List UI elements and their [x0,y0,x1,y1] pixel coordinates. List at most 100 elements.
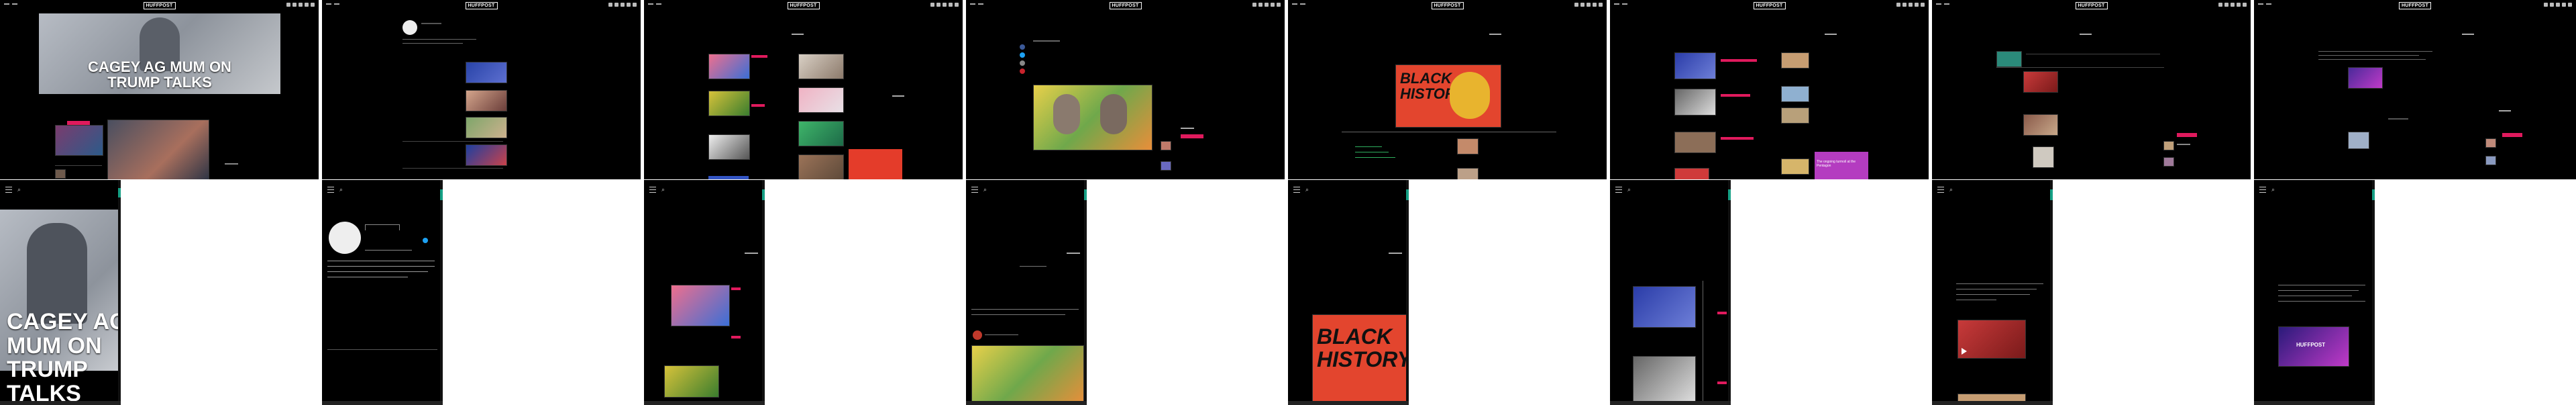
huffpost-logo[interactable]: HUFFPOST [1431,2,1464,9]
purple-thumb[interactable] [2348,67,2383,89]
search-icon[interactable]: ⌕ [1305,186,1309,193]
mobile-hero-headline[interactable]: CAGEY AG MUM ON TRUMP TALKS [7,310,121,405]
side-thumb-1[interactable] [2163,141,2174,150]
scrollbar[interactable] [1084,180,1087,405]
search-icon[interactable]: ⌕ [983,186,987,193]
muppet-image[interactable] [971,345,1084,404]
muppet-image[interactable] [1033,85,1152,150]
scrollbar[interactable] [2050,180,2053,405]
story-thumb-2[interactable] [107,120,209,179]
scrollbar[interactable] [762,180,765,405]
nav-icons[interactable] [608,3,637,7]
huffpost-logo[interactable]: HUFFPOST [787,2,820,9]
grid-thumb-6[interactable] [798,121,844,146]
black-history-art[interactable]: BLACK HISTORY [1395,64,1501,128]
pinterest-icon[interactable] [1020,69,1025,74]
grid-thumb-5[interactable] [708,134,750,160]
nav-icons[interactable] [2544,3,2572,7]
scroll-thumb[interactable] [1084,189,1087,200]
side-thumb-1[interactable] [2485,138,2496,148]
search-icon[interactable]: ⌕ [661,186,665,193]
email-icon[interactable] [1020,60,1025,66]
list-thumb-4[interactable] [1781,86,1809,102]
huffpost-logo[interactable]: HUFFPOST [2398,2,2432,9]
scroll-thumb[interactable] [1406,189,1409,200]
scroll-thumb[interactable] [1728,189,1731,200]
scroll-thumb[interactable] [2372,189,2375,200]
article-thumb-1[interactable] [466,62,507,83]
article-thumb-2[interactable] [466,90,507,111]
side-thumb-1[interactable] [1161,141,1171,150]
scrollbar[interactable] [1728,180,1731,405]
menu-icon[interactable] [971,187,978,193]
scroll-thumb[interactable] [2050,189,2053,200]
menu-icon[interactable] [1615,187,1622,193]
video-thumb[interactable] [1957,320,2026,359]
search-icon[interactable]: ⌕ [17,186,21,193]
list-thumb-7[interactable] [1781,159,1809,175]
nav-icons[interactable] [1574,3,1603,7]
mobile-thumb-1[interactable] [1633,286,1696,328]
search-icon[interactable]: ⌕ [339,186,343,193]
huffpost-promo-thumb[interactable]: HUFFPOST [2278,326,2349,367]
twitter-icon[interactable] [423,238,428,243]
promo-block[interactable] [849,149,902,179]
menu-icon[interactable] [2259,187,2266,193]
grid-thumb-1[interactable] [708,54,750,79]
article-thumb-4[interactable] [466,144,507,166]
grid-thumb-2[interactable] [798,54,844,79]
menu-icon[interactable] [649,187,656,193]
twitter-icon[interactable] [1020,52,1025,58]
mobile-thumb-2[interactable] [664,365,719,398]
search-icon[interactable]: ⌕ [1627,186,1631,193]
list-thumb-3[interactable] [2033,146,2054,168]
nav-icons[interactable] [930,3,959,7]
side-thumb-1[interactable] [1457,138,1479,154]
nav-icons[interactable] [1252,3,1281,7]
scrollbar[interactable] [1406,180,1409,405]
share-rail[interactable] [1020,44,1025,78]
mobile-thumb-2[interactable] [1633,356,1696,402]
article-thumb-3[interactable] [466,117,507,138]
author-avatar[interactable] [329,222,361,254]
huffpost-logo[interactable]: HUFFPOST [143,2,176,9]
author-badge[interactable] [973,330,982,340]
scroll-thumb[interactable] [762,189,765,200]
story-thumb-3[interactable] [55,169,66,179]
bottom-thumb[interactable] [1674,168,1709,179]
mobile-hero-image[interactable]: CAGEY AG MUM ON TRUMP TALKS [0,210,121,405]
hero-image[interactable]: CAGEY AG MUM ON TRUMP TALKS [39,13,280,94]
story-thumb-1[interactable] [55,125,103,156]
scroll-thumb[interactable] [440,189,443,200]
teal-thumb[interactable] [1996,51,2022,67]
huffpost-logo[interactable]: HUFFPOST [1109,2,1142,9]
list-thumb-3[interactable] [1674,89,1716,116]
mid-thumb[interactable] [2348,132,2369,149]
scroll-thumb[interactable] [118,188,121,197]
huffpost-logo[interactable]: HUFFPOST [1753,2,1786,9]
menu-icon[interactable] [5,187,12,193]
scrollbar[interactable] [2372,180,2375,405]
side-thumb-2[interactable] [2485,156,2496,165]
side-thumb-2[interactable] [1457,168,1479,179]
nav-icons[interactable] [2218,3,2247,7]
list-thumb-2[interactable] [2023,114,2058,136]
scrollbar[interactable] [440,180,443,405]
menu-icon[interactable] [327,187,334,193]
side-thumb-2[interactable] [1161,161,1171,171]
black-history-art[interactable]: BLACK HISTORY [1312,314,1409,403]
list-thumb-5[interactable] [1674,132,1716,153]
menu-icon[interactable] [1937,187,1944,193]
grid-thumb-3[interactable] [708,91,750,116]
menu-icon[interactable] [1293,187,1300,193]
list-thumb-1[interactable] [1674,52,1716,79]
scrollbar[interactable] [118,180,121,405]
huffpost-logo[interactable]: HUFFPOST [465,2,498,9]
play-icon[interactable] [1962,348,1967,355]
list-thumb-1[interactable] [2023,71,2058,93]
grid-thumb-4[interactable] [798,87,844,113]
list-thumb-6[interactable] [1781,107,1809,124]
mobile-thumb-1[interactable] [671,285,730,326]
side-thumb-2[interactable] [2163,157,2174,167]
search-icon[interactable]: ⌕ [1949,186,1953,193]
